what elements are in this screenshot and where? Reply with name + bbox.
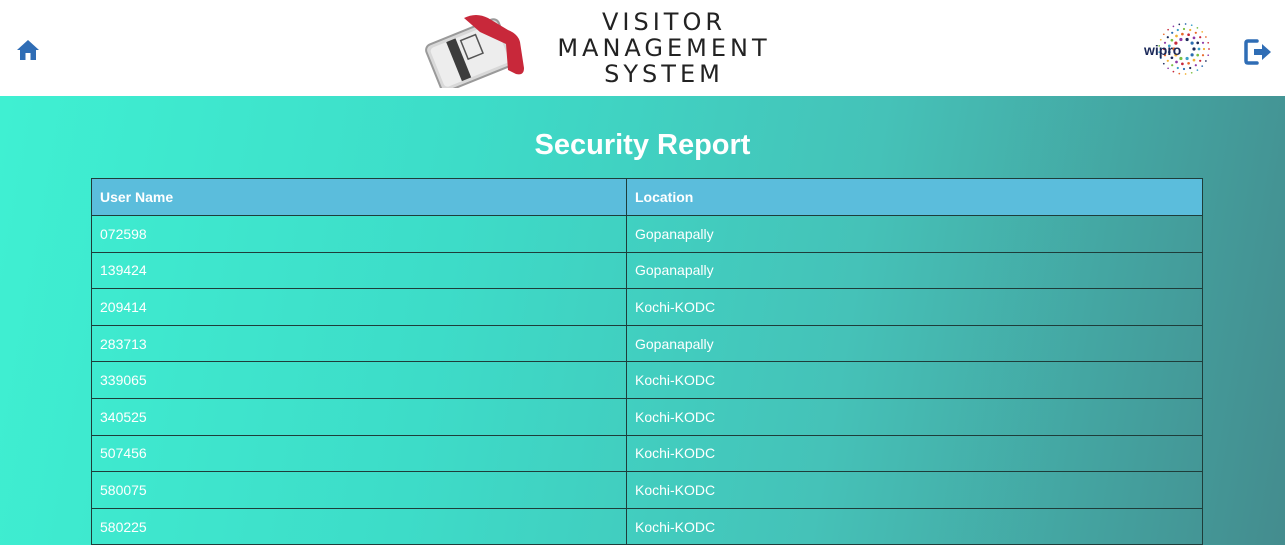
table-row[interactable]: 139424 Gopanapally [91, 251, 1203, 290]
location-cell: Kochi-KODC [626, 471, 1203, 509]
table-row[interactable]: 340525 Kochi-KODC [91, 397, 1203, 436]
report-content: Security Report User Name Location 07259… [0, 96, 1285, 545]
logo-line-2: MANAGEMENT [557, 34, 771, 62]
location-cell: Gopanapally [626, 215, 1203, 253]
table-row[interactable]: 283713 Gopanapally [91, 324, 1203, 363]
table-header-row: User Name Location [91, 178, 1203, 216]
logout-icon[interactable] [1243, 38, 1273, 66]
location-cell: Kochi-KODC [626, 507, 1203, 545]
location-cell: Kochi-KODC [626, 361, 1203, 399]
location-cell: Kochi-KODC [626, 434, 1203, 473]
location-cell: Kochi-KODC [626, 397, 1203, 436]
user-name-cell: 209414 [91, 288, 627, 326]
location-cell: Gopanapally [626, 251, 1203, 290]
location-cell: Kochi-KODC [626, 288, 1203, 326]
table-row[interactable]: 072598 Gopanapally [91, 215, 1203, 253]
wipro-logo-text: wipro [1143, 42, 1181, 58]
logo-line-3: SYSTEM [604, 60, 724, 88]
user-name-cell: 072598 [91, 215, 627, 253]
home-icon[interactable] [15, 37, 41, 63]
id-card-logo-graphic [425, 15, 524, 88]
page-title: Security Report [534, 129, 751, 161]
column-header-location[interactable]: Location [626, 178, 1203, 216]
app-header: VISITOR MANAGEMENT SYSTEM wipro [0, 0, 1285, 96]
table-row[interactable]: 580075 Kochi-KODC [91, 471, 1203, 509]
user-name-cell: 507456 [91, 434, 627, 473]
user-name-cell: 339065 [91, 361, 627, 399]
table-row[interactable]: 209414 Kochi-KODC [91, 288, 1203, 326]
app-logo: VISITOR MANAGEMENT SYSTEM [420, 8, 790, 88]
user-name-cell: 139424 [91, 251, 627, 290]
user-name-cell: 580075 [91, 471, 627, 509]
table-row[interactable]: 339065 Kochi-KODC [91, 361, 1203, 399]
security-report-table: User Name Location 072598 Gopanapally 13… [91, 178, 1203, 545]
wipro-logo: wipro [1143, 23, 1210, 75]
column-header-user-name[interactable]: User Name [91, 178, 627, 216]
logo-line-1: VISITOR [601, 8, 727, 36]
table-row[interactable]: 507456 Kochi-KODC [91, 434, 1203, 473]
user-name-cell: 340525 [91, 397, 627, 436]
table-row[interactable]: 580225 Kochi-KODC [91, 507, 1203, 545]
location-cell: Gopanapally [626, 324, 1203, 363]
logo-text: VISITOR MANAGEMENT SYSTEM [538, 9, 790, 87]
user-name-cell: 283713 [91, 324, 627, 363]
user-name-cell: 580225 [91, 507, 627, 545]
